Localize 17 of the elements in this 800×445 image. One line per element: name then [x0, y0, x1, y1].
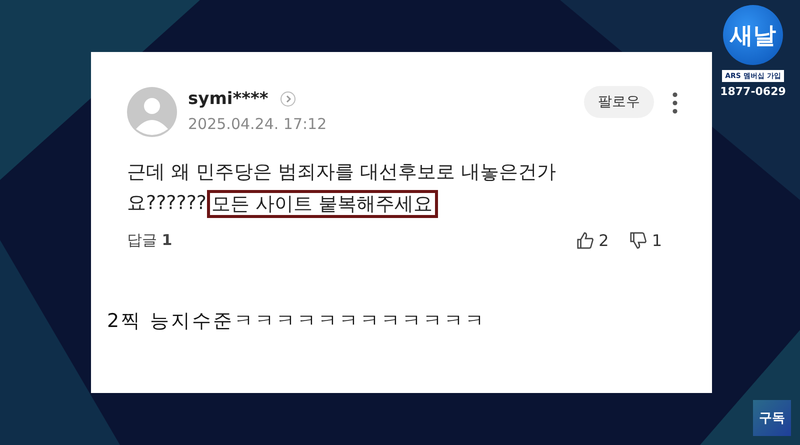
more-icon[interactable]: [672, 92, 678, 114]
follow-button[interactable]: 팔로우: [584, 86, 654, 118]
phone-number: 1877-0629: [720, 85, 786, 98]
username[interactable]: symi****: [188, 89, 268, 109]
reply-count[interactable]: 답글 1: [127, 231, 172, 250]
comment-date: 2025.04.24. 17:12: [188, 115, 327, 133]
comment-text-line: 근데 왜 민주당은 범죄자를 대선후보로 내놓은건가: [127, 160, 556, 185]
avatar-icon: [127, 87, 177, 137]
highlighted-text: 모든 사이트 붙복해주세요: [206, 190, 438, 218]
caption-text: 2찍 능지수준ㅋㅋㅋㅋㅋㅋㅋㅋㅋㅋㅋㅋ: [107, 309, 488, 334]
thumbs-down-icon[interactable]: [628, 231, 648, 250]
chevron-icon[interactable]: [280, 91, 296, 107]
thumbs-up-icon[interactable]: [576, 231, 595, 250]
dislike-count: 1: [652, 231, 662, 250]
subscribe-button[interactable]: 구독: [753, 400, 791, 436]
like-count: 2: [598, 231, 609, 250]
comment-text-line: 요??????: [127, 191, 207, 216]
